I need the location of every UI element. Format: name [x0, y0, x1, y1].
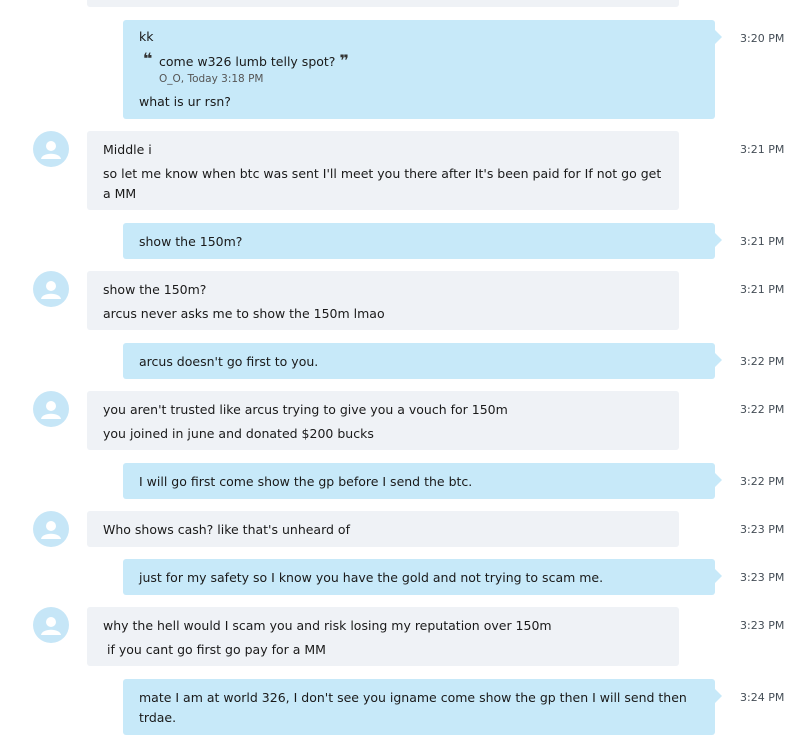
outgoing-message[interactable]: arcus doesn't go first to you.: [123, 343, 722, 379]
message-line: kk: [139, 29, 154, 44]
message-line: what is ur rsn?: [139, 94, 231, 109]
incoming-message[interactable]: Who shows cash? like that's unheard of: [87, 511, 679, 547]
message-timestamp: 3:21 PM: [740, 235, 785, 248]
quote-text: come w326 lumb telly spot?: [159, 54, 336, 69]
incoming-message[interactable]: show the 150m? arcus never asks me to sh…: [87, 271, 679, 330]
message-timestamp: 3:23 PM: [740, 619, 785, 632]
message-line: just for my safety so I know you have th…: [139, 570, 604, 585]
message-line: you joined in june and donated $200 buck…: [103, 426, 374, 441]
message-timestamp: 3:23 PM: [740, 571, 785, 584]
message-timestamp: 3:24 PM: [740, 691, 785, 704]
contact-avatar[interactable]: [33, 271, 69, 307]
message-line: Middle i: [103, 142, 152, 157]
outgoing-message[interactable]: mate I am at world 326, I don't see you …: [123, 679, 722, 735]
default-user-icon: [41, 617, 61, 635]
outgoing-message[interactable]: kk ❝ come w326 lumb telly spot? ❞ O_O, To…: [123, 20, 722, 119]
message-line: show the 150m?: [139, 234, 243, 249]
outgoing-message[interactable]: I will go first come show the gp before …: [123, 463, 722, 499]
message-line: if you cant go first go pay for a MM: [103, 642, 326, 657]
contact-avatar[interactable]: [33, 511, 69, 547]
partial-bubble-top: [87, 0, 679, 7]
message-line: show the 150m?: [103, 282, 207, 297]
incoming-message[interactable]: Middle i so let me know when btc was sen…: [87, 131, 679, 210]
default-user-icon: [41, 521, 61, 539]
message-line: so let me know when btc was sent I'll me…: [103, 166, 662, 201]
message-line: Who shows cash? like that's unheard of: [103, 522, 350, 537]
outgoing-message[interactable]: just for my safety so I know you have th…: [123, 559, 722, 595]
quoted-message[interactable]: ❝ come w326 lumb telly spot? ❞ O_O, Today…: [139, 49, 699, 86]
contact-avatar[interactable]: [33, 391, 69, 427]
message-line: mate I am at world 326, I don't see you …: [139, 690, 687, 725]
contact-avatar[interactable]: [33, 131, 69, 167]
quote-open-icon: ❝: [143, 49, 153, 68]
message-timestamp: 3:22 PM: [740, 355, 785, 368]
message-line: you aren't trusted like arcus trying to …: [103, 402, 508, 417]
message-timestamp: 3:23 PM: [740, 523, 785, 536]
contact-avatar[interactable]: [33, 607, 69, 643]
message-line: I will go first come show the gp before …: [139, 474, 473, 489]
message-timestamp: 3:21 PM: [740, 283, 785, 296]
message-line: why the hell would I scam you and risk l…: [103, 618, 552, 633]
quote-author-time: O_O, Today 3:18 PM: [159, 73, 264, 85]
default-user-icon: [41, 141, 61, 159]
message-timestamp: 3:21 PM: [740, 143, 785, 156]
default-user-icon: [41, 401, 61, 419]
outgoing-message[interactable]: show the 150m?: [123, 223, 722, 259]
message-timestamp: 3:22 PM: [740, 475, 785, 488]
incoming-message[interactable]: why the hell would I scam you and risk l…: [87, 607, 679, 666]
incoming-message[interactable]: you aren't trusted like arcus trying to …: [87, 391, 679, 450]
message-timestamp: 3:20 PM: [740, 32, 785, 45]
message-line: arcus never asks me to show the 150m lma…: [103, 306, 385, 321]
quote-close-icon: ❞: [339, 51, 349, 70]
default-user-icon: [41, 281, 61, 299]
message-line: arcus doesn't go first to you.: [139, 354, 319, 369]
message-timestamp: 3:22 PM: [740, 403, 785, 416]
